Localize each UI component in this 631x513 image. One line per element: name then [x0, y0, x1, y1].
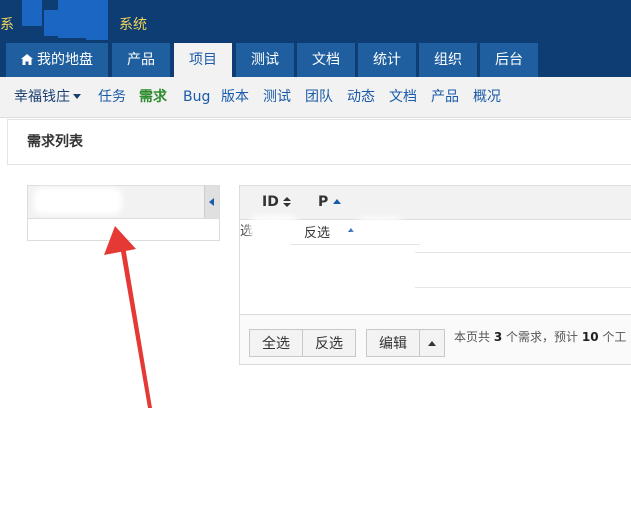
redacted-area — [38, 192, 118, 210]
brand-title: 系统 — [119, 17, 147, 33]
page-title: 需求列表 — [27, 134, 83, 150]
subnav-test[interactable]: 测试 — [263, 77, 291, 117]
caret-left-icon — [209, 198, 214, 206]
redacted-area — [360, 224, 400, 238]
table-footer: 全选 反选 编辑 本页共 3 个需求，预计 10 个工 — [240, 314, 631, 364]
page-summary: 本页共 3 个需求，预计 10 个工 — [454, 323, 626, 351]
tab-org[interactable]: 组织 — [419, 43, 477, 77]
project-name: 幸福钱庄 — [14, 89, 70, 105]
subnav-build[interactable]: 版本 — [221, 77, 249, 117]
sort-asc-icon-small — [348, 228, 354, 232]
module-tree-header — [28, 186, 219, 219]
row-fragment-mid: 反选 — [304, 226, 331, 241]
tab-product[interactable]: 产品 — [112, 43, 170, 77]
logo-blur-1 — [22, 0, 42, 26]
row-divider — [290, 244, 420, 245]
home-icon — [21, 54, 33, 65]
subnav-doc[interactable]: 文档 — [389, 77, 417, 117]
subnav-dynamic[interactable]: 动态 — [347, 77, 375, 117]
column-priority-label: P — [318, 194, 329, 210]
subnav-product[interactable]: 产品 — [431, 77, 459, 117]
summary-suffix: 个工 — [602, 330, 627, 344]
project-switcher[interactable]: 幸福钱庄 — [14, 77, 81, 117]
summary-mid: 个需求，预计 — [506, 330, 579, 344]
sub-nav: 幸福钱庄 任务 需求 Bug 版本 测试 团队 动态 文档 产品 概况 — [0, 77, 631, 118]
logo-blur-3 — [58, 0, 86, 38]
summary-prefix: 本页共 — [454, 330, 491, 344]
tab-doc[interactable]: 文档 — [297, 43, 355, 77]
subnav-story[interactable]: 需求 — [139, 77, 167, 117]
subnav-team[interactable]: 团队 — [305, 77, 333, 117]
row-fragment-left: 选 — [240, 224, 254, 239]
main-nav: 我的地盘 产品 项目 测试 文档 统计 组织 后台 — [0, 43, 631, 77]
brand-lead-char: 系 — [0, 17, 14, 33]
module-tree-panel — [27, 185, 220, 241]
caret-down-icon — [73, 94, 81, 99]
subnav-overview[interactable]: 概况 — [473, 77, 501, 117]
table-header: ID P — [240, 186, 631, 220]
invert-select-button[interactable]: 反选 — [302, 329, 356, 357]
tab-admin[interactable]: 后台 — [480, 43, 538, 77]
row-divider — [415, 287, 631, 288]
redacted-area — [270, 281, 360, 305]
collapse-tree-button[interactable] — [204, 186, 219, 218]
subnav-bug[interactable]: Bug — [183, 77, 210, 117]
sort-asc-icon — [333, 199, 342, 204]
column-id-label: ID — [262, 194, 279, 210]
summary-count: 3 — [493, 330, 503, 344]
tab-stats[interactable]: 统计 — [358, 43, 416, 77]
subnav-task[interactable]: 任务 — [98, 77, 126, 117]
top-header: 系 系统 我的地盘 产品 项目 测试 文档 统计 组织 后台 — [0, 0, 631, 77]
tab-my-home[interactable]: 我的地盘 — [6, 43, 108, 77]
column-priority[interactable]: P — [318, 186, 342, 219]
redacted-area — [254, 222, 294, 236]
logo-blur-4 — [86, 0, 108, 40]
arrow-shaft — [119, 240, 152, 408]
edit-menu-toggle[interactable] — [419, 329, 445, 357]
select-all-button[interactable]: 全选 — [249, 329, 303, 357]
row-divider — [415, 252, 631, 253]
page-header: 需求列表 — [7, 119, 631, 165]
tab-test[interactable]: 测试 — [236, 43, 294, 77]
story-table: ID P 选 反选 全选 反选 编辑 本页共 3 个需求，预计 10 个工 — [239, 185, 631, 365]
edit-button[interactable]: 编辑 — [366, 329, 420, 357]
caret-up-icon — [428, 341, 436, 346]
tab-project[interactable]: 项目 — [174, 43, 232, 77]
column-id[interactable]: ID — [262, 186, 291, 219]
tab-my-home-label: 我的地盘 — [37, 52, 93, 68]
summary-hours: 10 — [581, 330, 599, 344]
sort-both-icon — [282, 197, 291, 207]
